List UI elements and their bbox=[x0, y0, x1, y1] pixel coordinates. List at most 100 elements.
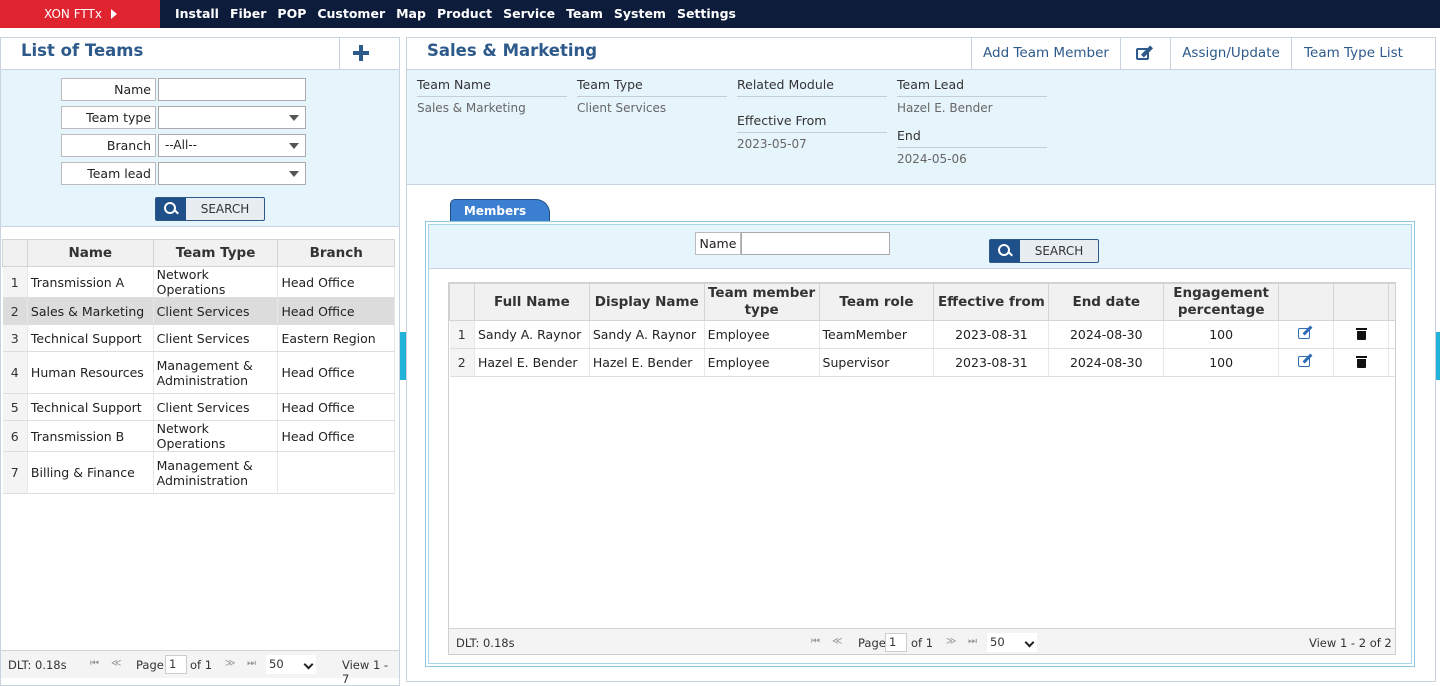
column-header-display-name[interactable]: Display Name bbox=[588, 283, 705, 321]
effective-from-cell: 2023-08-31 bbox=[933, 320, 1050, 349]
column-header-end-date[interactable]: End date bbox=[1048, 283, 1165, 321]
last-page-icon[interactable]: ⏭ bbox=[247, 658, 256, 669]
table-row[interactable]: 3 Technical Support Client Services East… bbox=[2, 324, 395, 352]
brand-menu[interactable]: XON FTTx bbox=[0, 0, 160, 28]
end-date-field: End 2024-05-06 bbox=[897, 128, 1047, 166]
prev-page-icon[interactable]: ≪ bbox=[111, 658, 121, 669]
column-header-team-role[interactable]: Team role bbox=[818, 283, 935, 321]
column-header-member-type[interactable]: Team member type bbox=[703, 283, 820, 321]
team-filter-form: Name Team type Branch --All-- Team lead … bbox=[1, 69, 399, 227]
column-header-team-type[interactable]: Team Type bbox=[152, 239, 279, 267]
team-name-cell: Technical Support bbox=[27, 324, 154, 352]
team-lead-field: Team Lead Hazel E. Bender bbox=[897, 77, 1047, 115]
member-search-form: Name SEARCH bbox=[429, 225, 1411, 269]
table-row[interactable]: 4 Human Resources Management & Administr… bbox=[2, 351, 395, 394]
team-table-pager: DLT: 0.18s ⏮ ≪ Page 1 of 1 ≫ ⏭ 50 View 1… bbox=[1, 650, 399, 686]
column-header-edit bbox=[1278, 283, 1335, 321]
next-page-icon[interactable]: ≫ bbox=[946, 636, 956, 647]
column-header-effective-from[interactable]: Effective from bbox=[933, 283, 1050, 321]
end-date-cell: 2024-08-30 bbox=[1048, 348, 1165, 377]
page-count-text: of 1 bbox=[911, 636, 934, 650]
table-row[interactable]: 2 Hazel E. Bender Hazel E. Bender Employ… bbox=[449, 348, 1395, 377]
edit-member-button[interactable] bbox=[1278, 320, 1335, 349]
first-page-icon[interactable]: ⏮ bbox=[811, 636, 820, 647]
table-row[interactable]: 5 Technical Support Client Services Head… bbox=[2, 393, 395, 421]
team-name-value: Sales & Marketing bbox=[417, 101, 526, 115]
team-lead-label: Team lead bbox=[61, 162, 156, 185]
column-header-name[interactable]: Name bbox=[26, 239, 154, 267]
menu-item-product[interactable]: Product bbox=[437, 0, 492, 28]
team-type-field: Team Type Client Services bbox=[577, 77, 727, 115]
column-header-branch[interactable]: Branch bbox=[277, 239, 395, 267]
page-size-select[interactable]: 50 bbox=[987, 633, 1037, 652]
team-type-select[interactable] bbox=[158, 106, 306, 129]
team-info-section: Team Name Sales & Marketing Team Type Cl… bbox=[407, 69, 1435, 185]
prev-page-icon[interactable]: ≪ bbox=[832, 636, 842, 647]
engagement-cell: 100 bbox=[1163, 320, 1280, 349]
team-type-cell: Management & Administration bbox=[153, 351, 279, 394]
end-date-cell: 2024-08-30 bbox=[1048, 320, 1165, 349]
menu-item-fiber[interactable]: Fiber bbox=[230, 0, 266, 28]
table-row[interactable]: 7 Billing & Finance Management & Adminis… bbox=[2, 451, 395, 494]
branch-cell: Head Office bbox=[277, 393, 395, 421]
main-menu: Install Fiber POP Customer Map Product S… bbox=[175, 0, 747, 28]
table-row[interactable]: 6 Transmission B Network Operations Head… bbox=[2, 420, 395, 452]
row-number-header bbox=[449, 283, 475, 321]
edit-member-button[interactable] bbox=[1278, 348, 1335, 377]
member-search-button[interactable]: SEARCH bbox=[989, 239, 1099, 263]
menu-item-team[interactable]: Team bbox=[566, 0, 603, 28]
edit-icon bbox=[1136, 45, 1154, 61]
table-row[interactable]: 1 Sandy A. Raynor Sandy A. Raynor Employ… bbox=[449, 320, 1395, 349]
branch-cell: Head Office bbox=[277, 266, 395, 298]
name-input[interactable] bbox=[158, 78, 306, 101]
menu-item-pop[interactable]: POP bbox=[277, 0, 306, 28]
team-name-field: Team Name Sales & Marketing bbox=[417, 77, 567, 115]
first-page-icon[interactable]: ⏮ bbox=[90, 658, 99, 669]
members-tab-panel: Name SEARCH Full Name Display Name Team … bbox=[425, 221, 1415, 667]
menu-item-customer[interactable]: Customer bbox=[317, 0, 385, 28]
team-lead-value: Hazel E. Bender bbox=[897, 101, 993, 115]
edit-team-button[interactable] bbox=[1120, 38, 1170, 70]
tab-members[interactable]: Members bbox=[450, 199, 552, 221]
team-type-cell: Client Services bbox=[153, 324, 279, 352]
column-header-engagement[interactable]: Engagement percentage bbox=[1163, 283, 1280, 321]
delete-member-button[interactable] bbox=[1333, 348, 1389, 377]
effective-from-cell: 2023-08-31 bbox=[933, 348, 1050, 377]
record-count-text: View 1 - 7 bbox=[342, 658, 389, 686]
menu-item-system[interactable]: System bbox=[614, 0, 666, 28]
next-page-icon[interactable]: ≫ bbox=[225, 658, 235, 669]
team-lead-select[interactable] bbox=[158, 162, 306, 185]
members-pager: DLT: 0.18s ⏮ ≪ Page 1 of 1 ≫ ⏭ 50 View 1… bbox=[449, 628, 1395, 654]
add-team-member-button[interactable]: Add Team Member bbox=[971, 38, 1120, 70]
search-button[interactable]: SEARCH bbox=[155, 197, 265, 221]
team-name-cell: Technical Support bbox=[27, 393, 154, 421]
page-number-input[interactable]: 1 bbox=[885, 633, 907, 652]
team-name-cell: Transmission B bbox=[27, 420, 154, 452]
page-number-input[interactable]: 1 bbox=[165, 655, 187, 674]
table-row[interactable]: 1 Transmission A Network Operations Head… bbox=[2, 266, 395, 298]
last-page-icon[interactable]: ⏭ bbox=[968, 636, 977, 647]
page-label: Page bbox=[858, 636, 886, 650]
page-size-select[interactable]: 50 bbox=[266, 655, 316, 674]
row-number: 7 bbox=[2, 451, 28, 494]
menu-item-settings[interactable]: Settings bbox=[677, 0, 736, 28]
related-module-field: Related Module bbox=[737, 77, 887, 97]
member-name-input[interactable] bbox=[741, 232, 890, 255]
branch-cell bbox=[277, 451, 395, 494]
menu-item-map[interactable]: Map bbox=[396, 0, 426, 28]
table-row-selected[interactable]: 2 Sales & Marketing Client Services Head… bbox=[2, 297, 395, 325]
column-header-full-name[interactable]: Full Name bbox=[473, 283, 590, 321]
team-table: Name Team Type Branch 1 Transmission A N… bbox=[2, 239, 395, 494]
delete-member-button[interactable] bbox=[1333, 320, 1389, 349]
branch-select[interactable]: --All-- bbox=[158, 134, 306, 157]
members-grid: Full Name Display Name Team member type … bbox=[448, 282, 1396, 655]
team-name-cell: Billing & Finance bbox=[27, 451, 154, 494]
assign-update-button[interactable]: Assign/Update bbox=[1170, 38, 1291, 70]
team-type-list-button[interactable]: Team Type List bbox=[1291, 38, 1415, 70]
menu-item-service[interactable]: Service bbox=[503, 0, 555, 28]
add-team-button[interactable] bbox=[339, 38, 401, 70]
search-button-label: SEARCH bbox=[200, 202, 250, 216]
menu-item-install[interactable]: Install bbox=[175, 0, 219, 28]
chevron-down-icon bbox=[289, 115, 299, 121]
team-role-cell: TeamMember bbox=[819, 320, 935, 349]
